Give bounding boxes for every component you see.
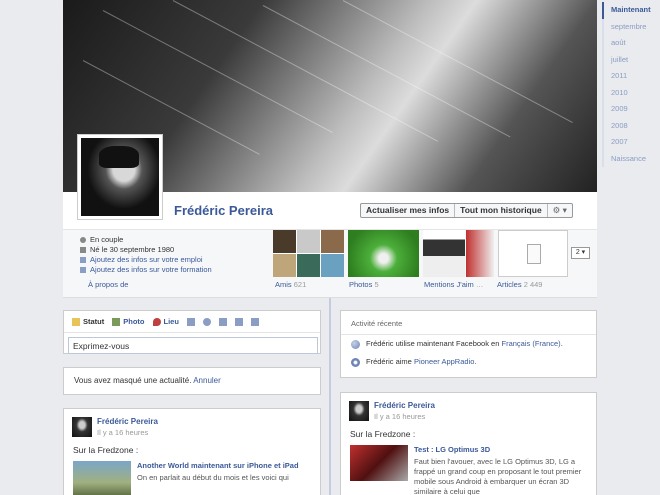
timeline-nav-item[interactable]: 2009 — [602, 101, 660, 118]
shared-link-description: Faut bien l'avouer, avec le LG Optimus 3… — [414, 457, 582, 495]
health-icon[interactable] — [234, 317, 243, 326]
friend-thumb — [273, 254, 296, 277]
mentions-tile-secondary[interactable] — [466, 230, 494, 277]
heart-event-icon[interactable] — [202, 317, 211, 326]
hidden-story-notice: Vous avez masqué une actualité. Annuler — [63, 367, 321, 395]
activity-log-button[interactable]: Tout mon historique — [455, 204, 548, 217]
post-author[interactable]: Frédéric Pereira — [374, 401, 435, 410]
articles-tile[interactable] — [498, 230, 568, 277]
post-author[interactable]: Frédéric Pereira — [97, 417, 158, 426]
articles-label[interactable]: Articles 2 449 — [497, 280, 542, 289]
tab-photo[interactable]: Photo — [112, 317, 145, 326]
page-link[interactable]: Pioneer AppRadio — [414, 357, 474, 366]
articles-count: 2 449 — [523, 280, 543, 289]
friend-thumb — [297, 230, 320, 253]
timeline-nav-item[interactable]: septembre — [602, 18, 660, 35]
photo-icon — [112, 317, 121, 326]
timeline-post: Frédéric Pereira Il y a 16 heures Sur la… — [340, 392, 597, 495]
shared-link-title[interactable]: Test : LG Optimus 3D — [414, 445, 587, 455]
friend-thumb — [273, 230, 296, 253]
place-icon — [152, 317, 161, 326]
graduation-icon — [80, 267, 86, 273]
shared-link-description: On en parlait au début du mois et les vo… — [137, 473, 289, 482]
post-text: Sur la Fredzone : — [350, 429, 416, 439]
like-icon — [351, 357, 360, 367]
activity-item: Frédéric utilise maintenant Facebook en … — [341, 335, 596, 353]
document-icon — [527, 244, 541, 264]
mentions-label[interactable]: Mentions J'aim … — [424, 280, 483, 289]
author-avatar[interactable] — [349, 401, 369, 421]
friend-thumb — [297, 254, 320, 277]
friends-tile[interactable] — [273, 230, 344, 277]
mentions-tile[interactable] — [423, 230, 465, 277]
timeline-nav-item[interactable]: Maintenant — [602, 2, 660, 19]
add-job-link[interactable]: Ajoutez des infos sur votre emploi — [90, 255, 203, 265]
profile-name[interactable]: Frédéric Pereira — [174, 203, 273, 218]
update-info-button[interactable]: Actualiser mes infos — [361, 204, 456, 217]
timeline-spine — [329, 298, 331, 495]
briefcase-icon — [80, 257, 86, 263]
event-icon[interactable] — [186, 317, 195, 326]
undo-link[interactable]: Annuler — [193, 376, 221, 385]
photos-count: 5 — [374, 280, 379, 289]
timeline-nav-item[interactable]: Naissance — [602, 150, 660, 167]
shared-link-title[interactable]: Another World maintenant sur iPhone et i… — [137, 461, 299, 471]
activity-item: Frédéric aime Pioneer AppRadio. — [341, 353, 596, 371]
timeline-nav-item[interactable]: 2011 — [602, 68, 660, 85]
profile-picture[interactable] — [77, 134, 163, 220]
flag-icon[interactable] — [250, 317, 259, 326]
relationship-status: En couple — [90, 235, 124, 244]
friends-label[interactable]: Amis 621 — [275, 280, 306, 289]
shared-link[interactable]: Another World maintenant sur iPhone et i… — [64, 457, 320, 495]
photos-label[interactable]: Photos 5 — [349, 280, 379, 289]
globe-icon — [351, 339, 360, 349]
friend-thumb — [321, 254, 344, 277]
gear-menu-button[interactable]: ⚙ ▾ — [548, 204, 572, 217]
author-avatar[interactable] — [72, 417, 92, 437]
status-composer: Statut Photo Lieu Exprimez-vous — [63, 310, 321, 354]
post-time[interactable]: Il y a 16 heures — [374, 412, 435, 421]
post-text: Sur la Fredzone : — [73, 445, 139, 455]
pencil-icon — [72, 317, 80, 326]
timeline-nav-item[interactable]: août — [602, 35, 660, 52]
birth-date: Né le 30 septembre 1980 — [90, 245, 175, 254]
timeline-nav-item[interactable]: 2010 — [602, 84, 660, 101]
friends-count: 621 — [293, 280, 307, 289]
shared-link-thumbnail[interactable] — [350, 445, 408, 481]
timeline-year-nav: Maintenant septembre août juillet 2011 2… — [602, 2, 660, 167]
tab-place[interactable]: Lieu — [152, 317, 179, 326]
shared-link[interactable]: Test : LG Optimus 3D Faut bien l'avouer,… — [341, 441, 596, 495]
post-time[interactable]: Il y a 16 heures — [97, 428, 158, 437]
avatar — [81, 138, 159, 216]
add-education-link[interactable]: Ajoutez des infos sur votre formation — [90, 265, 212, 275]
recent-activity-card: Activité récente Frédéric utilise mainte… — [340, 310, 597, 378]
language-link[interactable]: Français (France) — [502, 339, 561, 348]
profile-actions: Actualiser mes infos Tout mon historique… — [360, 203, 573, 218]
about-link[interactable]: À propos de — [88, 280, 128, 289]
timeline-nav-item[interactable]: 2007 — [602, 134, 660, 151]
timeline-post: Frédéric Pereira Il y a 16 heures Sur la… — [63, 408, 321, 495]
hidden-story-text: Vous avez masqué une actualité. — [74, 376, 192, 385]
tab-status[interactable]: Statut — [72, 317, 104, 326]
home-icon[interactable] — [218, 317, 227, 326]
photos-tile[interactable] — [348, 230, 419, 277]
heart-icon — [80, 237, 86, 243]
birthday-icon — [80, 247, 86, 253]
profile-info-list: En couple Né le 30 septembre 1980 Ajoute… — [80, 235, 212, 275]
friend-thumb — [321, 230, 344, 253]
shared-link-thumbnail[interactable] — [73, 461, 131, 495]
timeline-nav-item[interactable]: juillet — [602, 51, 660, 68]
status-input[interactable]: Exprimez-vous — [68, 337, 318, 354]
tiles-dropdown[interactable]: 2 ▾ — [571, 247, 590, 259]
recent-activity-title: Activité récente — [341, 311, 596, 335]
timeline-nav-item[interactable]: 2008 — [602, 117, 660, 134]
